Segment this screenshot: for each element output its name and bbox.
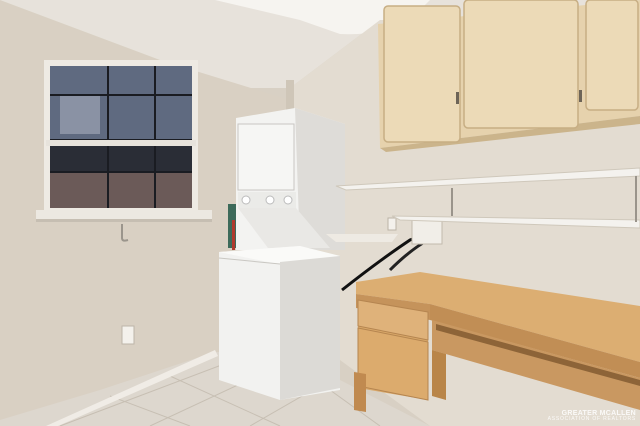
hanging-item-red xyxy=(232,220,235,250)
small-shelf xyxy=(326,234,398,242)
washer-unit xyxy=(218,246,340,400)
hookup-box xyxy=(411,219,443,245)
laundry-room-photo: GREATER MCALLEN ASSOCIATION OF REALTORS xyxy=(0,0,640,426)
dryer-unit xyxy=(236,108,345,250)
realtor-watermark: GREATER MCALLEN ASSOCIATION OF REALTORS xyxy=(548,410,636,422)
scene-drawing xyxy=(0,0,640,426)
back-outlet xyxy=(387,217,397,231)
wall-outlet xyxy=(121,325,135,345)
watermark-line2: ASSOCIATION OF REALTORS xyxy=(547,416,636,422)
window xyxy=(36,60,212,222)
